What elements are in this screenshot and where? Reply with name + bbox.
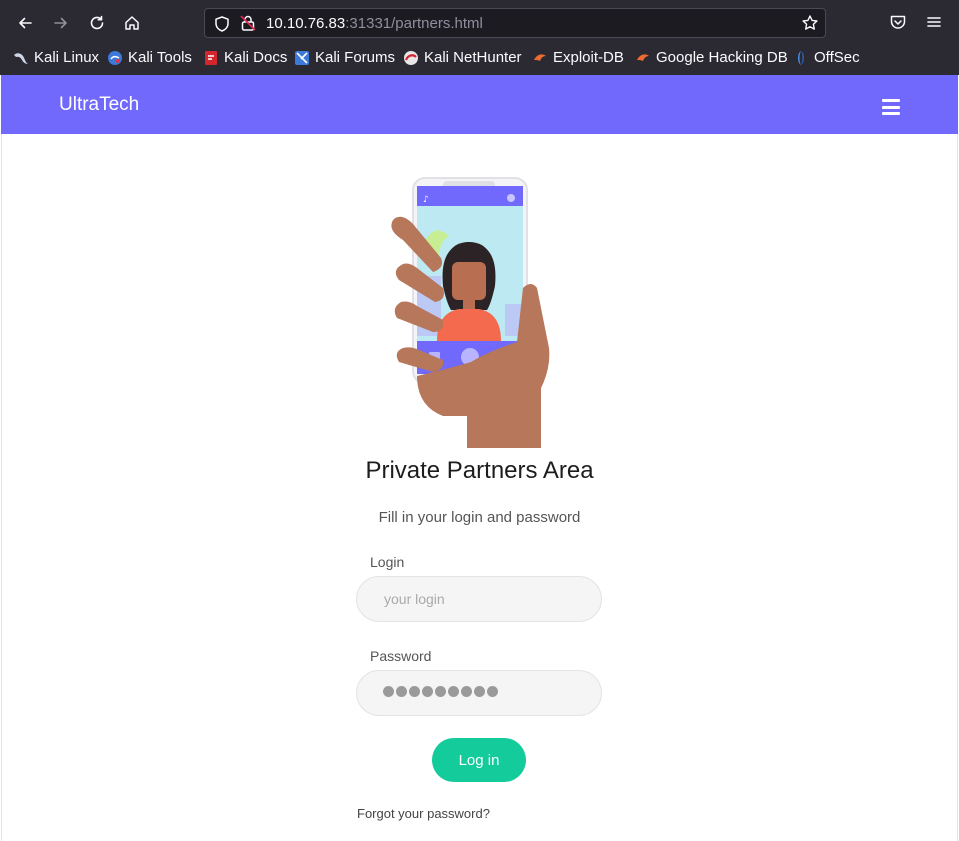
arrow-right-icon — [54, 17, 67, 29]
bookmark-label: Kali Linux — [34, 49, 100, 66]
shield-icon[interactable] — [213, 15, 231, 33]
browser-chrome: 10.10.76.83:31331/partners.html Kali Lin… — [0, 0, 959, 75]
star-icon[interactable] — [801, 14, 819, 32]
bookmark-kali-linux[interactable]: Kali Linux — [13, 49, 99, 66]
home-icon — [125, 16, 139, 30]
browser-toolbar: 10.10.76.83:31331/partners.html — [0, 0, 959, 44]
pocket-icon[interactable] — [889, 13, 907, 31]
password-mask — [383, 686, 498, 697]
bookmark-kali-docs[interactable]: Kali Docs — [203, 49, 287, 66]
hamburger-menu-icon[interactable] — [882, 99, 900, 115]
password-dot — [435, 686, 446, 697]
password-dot — [422, 686, 433, 697]
arrow-left-icon — [19, 17, 32, 29]
kali-nethunter-icon — [404, 50, 418, 65]
url-host: 10.10.76.83 — [266, 15, 346, 32]
bookmark-google-hacking-db[interactable]: Google Hacking DB — [635, 49, 788, 66]
bookmark-exploit-db[interactable]: Exploit-DB — [532, 49, 624, 66]
kali-tools-icon — [108, 50, 122, 65]
password-dot — [474, 686, 485, 697]
password-dot — [461, 686, 472, 697]
bookmark-label: Kali Docs — [224, 49, 288, 66]
forgot-password-link[interactable]: Forgot your password? — [357, 806, 490, 821]
url-path: :31331/partners.html — [345, 15, 483, 32]
svg-text:♪: ♪ — [423, 195, 429, 205]
bookmark-label: Google Hacking DB — [656, 49, 788, 66]
phone-selfie-illustration: ♪ — [391, 177, 550, 448]
password-label: Password — [370, 648, 432, 664]
ghdb-icon — [637, 53, 649, 61]
kali-docs-icon — [205, 50, 217, 65]
bookmark-label: OffSec — [814, 49, 860, 66]
url-bar[interactable]: 10.10.76.83:31331/partners.html — [204, 8, 826, 38]
url-text[interactable]: 10.10.76.83:31331/partners.html — [266, 15, 483, 32]
back-button[interactable] — [12, 10, 38, 36]
forward-button[interactable] — [48, 10, 74, 36]
bookmark-kali-forums[interactable]: Kali Forums — [294, 49, 395, 66]
bookmark-label: Kali Tools — [128, 49, 192, 66]
bookmark-label: Kali Forums — [315, 49, 396, 66]
reload-button[interactable] — [84, 10, 110, 36]
bookmark-kali-nethunter[interactable]: Kali NetHunter — [403, 49, 522, 66]
password-dot — [409, 686, 420, 697]
login-button[interactable]: Log in — [432, 738, 526, 782]
password-dot — [487, 686, 498, 697]
page-title: Private Partners Area — [365, 457, 594, 484]
insecure-lock-icon[interactable] — [239, 14, 257, 32]
page-subtitle: Fill in your login and password — [378, 509, 581, 526]
kali-forums-icon — [295, 50, 309, 65]
login-label: Login — [370, 554, 405, 570]
bookmark-label: Exploit-DB — [553, 49, 624, 66]
password-dot — [448, 686, 459, 697]
site-brand[interactable]: UltraTech — [59, 94, 139, 116]
login-input[interactable] — [356, 576, 602, 622]
site-navbar: UltraTech — [1, 75, 958, 134]
bookmarks-bar: Kali Linux Kali Tools Kali Docs Kali For… — [0, 46, 959, 72]
bookmark-kali-tools[interactable]: Kali Tools — [107, 49, 192, 66]
kali-dragon-icon — [14, 52, 28, 64]
exploit-db-icon — [534, 53, 546, 61]
offsec-icon — [798, 50, 804, 65]
password-dot — [383, 686, 394, 697]
password-dot — [396, 686, 407, 697]
bookmark-offsec[interactable]: OffSec — [793, 49, 860, 66]
home-button[interactable] — [119, 10, 145, 36]
bookmark-label: Kali NetHunter — [424, 49, 522, 66]
reload-icon — [90, 15, 104, 30]
menu-icon[interactable] — [925, 13, 943, 31]
